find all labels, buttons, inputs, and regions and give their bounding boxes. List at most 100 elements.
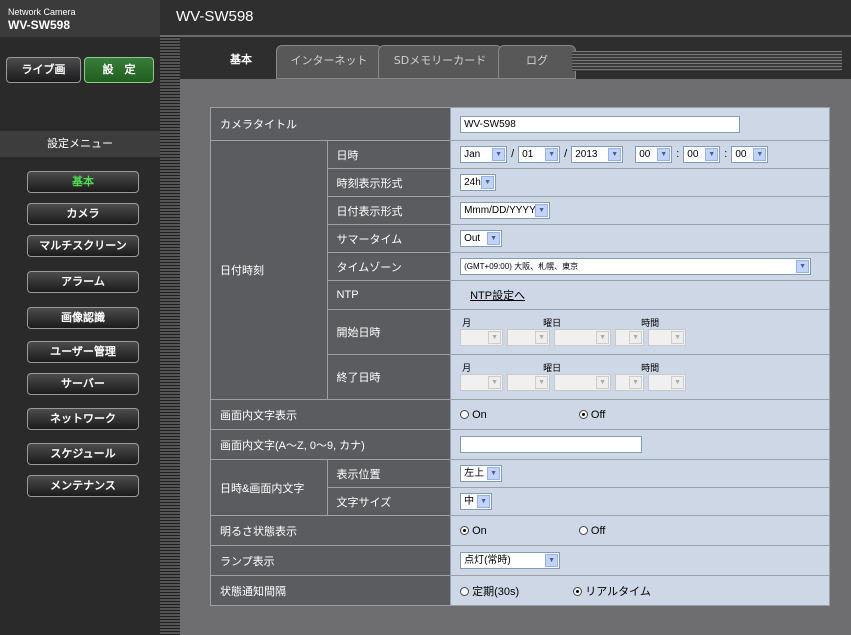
top-bar: Network Camera WV-SW598 WV-SW598 xyxy=(0,0,851,37)
tab-bar-decoration xyxy=(572,51,842,71)
chevron-down-icon: ▼ xyxy=(796,260,810,273)
menu-item-multiscreen[interactable]: マルチスクリーン xyxy=(27,235,139,257)
start-datetime-label: 開始日時 xyxy=(326,309,452,355)
brightness-label: 明るさ状態表示 xyxy=(209,515,452,546)
setup-button[interactable]: 設 定 xyxy=(84,57,154,83)
start-week-select[interactable]: ▼ xyxy=(507,329,551,346)
main-panel: 基本 インターネット SDメモリーカード ログ カメラタイトル WV-SW598… xyxy=(180,37,851,635)
radio-icon xyxy=(460,587,470,597)
position-select[interactable]: 左上 ▼ xyxy=(460,465,503,482)
chevron-down-icon: ▼ xyxy=(671,376,685,389)
brand-line1: Network Camera xyxy=(8,7,76,17)
end-datetime-fields: 月 曜日 時間 ▼ ▼ ▼ ▼ ▼ xyxy=(450,354,830,400)
date-format-label: 日付表示形式 xyxy=(326,196,452,225)
radio-icon xyxy=(460,410,470,420)
minute-select[interactable]: 00 ▼ xyxy=(683,146,721,163)
menu-item-camera[interactable]: カメラ xyxy=(27,203,139,225)
text-size-label: 文字サイズ xyxy=(326,487,452,516)
brightness-on-option[interactable]: On xyxy=(460,525,487,537)
osd-on-option[interactable]: On xyxy=(460,409,487,421)
start-hour-select[interactable]: ▼ xyxy=(615,329,645,346)
osd-display-label: 画面内文字表示 xyxy=(209,399,452,430)
notify-realtime-option[interactable]: リアルタイム xyxy=(573,586,651,598)
tab-internet[interactable]: インターネット xyxy=(276,45,382,79)
chevron-down-icon: ▼ xyxy=(535,376,549,389)
chevron-down-icon: ▼ xyxy=(487,232,501,245)
chevron-down-icon: ▼ xyxy=(545,554,559,567)
menu-item-image-recognition[interactable]: 画像認識 xyxy=(27,307,139,329)
chevron-down-icon: ▼ xyxy=(481,176,495,189)
chevron-down-icon: ▼ xyxy=(477,495,491,508)
start-datetime-fields: 月 曜日 時間 ▼ ▼ ▼ ▼ ▼ xyxy=(450,309,830,355)
tab-sd-memory-card[interactable]: SDメモリーカード xyxy=(378,45,502,79)
chevron-down-icon: ▼ xyxy=(545,148,559,161)
month-select[interactable]: Jan ▼ xyxy=(460,146,508,163)
lamp-label: ランプ表示 xyxy=(209,545,452,576)
chevron-down-icon: ▼ xyxy=(492,148,506,161)
radio-icon xyxy=(578,526,588,536)
menu-heading: 設定メニュー xyxy=(0,131,160,157)
brand-line2: WV-SW598 xyxy=(8,18,71,32)
timezone-label: タイムゾーン xyxy=(326,252,452,281)
datetime-group-label: 日付時刻 xyxy=(210,140,328,400)
menu-item-user-management[interactable]: ユーザー管理 xyxy=(27,341,139,363)
chevron-down-icon: ▼ xyxy=(487,467,501,480)
time-format-select[interactable]: 24h ▼ xyxy=(460,174,497,191)
chevron-down-icon: ▼ xyxy=(535,204,549,217)
end-month-select[interactable]: ▼ xyxy=(460,374,504,391)
menu-item-alarm[interactable]: アラーム xyxy=(27,271,139,293)
notify-periodic-option[interactable]: 定期(30s) xyxy=(460,586,519,598)
chevron-down-icon: ▼ xyxy=(671,331,685,344)
chevron-down-icon: ▼ xyxy=(596,331,610,344)
tab-basic[interactable]: 基本 xyxy=(202,45,280,79)
chevron-down-icon: ▼ xyxy=(488,376,502,389)
row-camera-title: カメラタイトル WV-SW598 xyxy=(209,107,830,141)
start-month-select[interactable]: ▼ xyxy=(460,329,504,346)
end-hour-select[interactable]: ▼ xyxy=(615,374,645,391)
menu-item-schedule[interactable]: スケジュール xyxy=(27,443,139,465)
menu-item-server[interactable]: サーバー xyxy=(27,373,139,395)
chevron-down-icon: ▼ xyxy=(629,331,643,344)
menu-item-maintenance[interactable]: メンテナンス xyxy=(27,475,139,497)
text-size-select[interactable]: 中 ▼ xyxy=(460,493,493,510)
page-title: WV-SW598 xyxy=(176,8,254,25)
end-minute-select[interactable]: ▼ xyxy=(648,374,687,391)
brightness-off-option[interactable]: Off xyxy=(578,525,605,537)
end-weekday-select[interactable]: ▼ xyxy=(554,374,612,391)
summer-time-select[interactable]: Out ▼ xyxy=(460,230,503,247)
chevron-down-icon: ▼ xyxy=(608,148,622,161)
day-select[interactable]: 01 ▼ xyxy=(518,146,561,163)
lamp-select[interactable]: 点灯(常時) ▼ xyxy=(460,552,561,569)
chevron-down-icon: ▼ xyxy=(657,148,671,161)
timezone-select[interactable]: (GMT+09:00) 大阪、札幌、東京 ▼ xyxy=(460,258,812,275)
settings-table: カメラタイトル WV-SW598 日付時刻 日時 Jan ▼/01 ▼/2013 ▼ 0… xyxy=(209,107,830,606)
live-button[interactable]: ライブ画 xyxy=(6,57,81,83)
divider-grill xyxy=(160,37,180,635)
position-label: 表示位置 xyxy=(326,459,452,488)
end-datetime-label: 終了日時 xyxy=(326,354,452,400)
radio-selected-icon xyxy=(573,587,583,597)
chevron-down-icon: ▼ xyxy=(753,148,767,161)
summer-time-label: サマータイム xyxy=(326,224,452,253)
menu-item-network[interactable]: ネットワーク xyxy=(27,408,139,430)
start-minute-select[interactable]: ▼ xyxy=(648,329,687,346)
menu-item-basic[interactable]: 基本 xyxy=(27,171,139,193)
sidebar: ライブ画 設 定 設定メニュー 基本 カメラ マルチスクリーン アラーム 画像認… xyxy=(0,37,160,635)
date-format-select[interactable]: Mmm/DD/YYYY ▼ xyxy=(460,202,551,219)
ntp-settings-link[interactable]: NTP設定へ xyxy=(460,290,525,302)
osd-off-option[interactable]: Off xyxy=(578,409,605,421)
ntp-label: NTP xyxy=(326,280,452,310)
chevron-down-icon: ▼ xyxy=(535,331,549,344)
second-select[interactable]: 00 ▼ xyxy=(731,146,769,163)
tab-log[interactable]: ログ xyxy=(498,45,576,79)
start-weekday-select[interactable]: ▼ xyxy=(554,329,612,346)
camera-title-input[interactable]: WV-SW598 xyxy=(460,115,741,133)
end-week-select[interactable]: ▼ xyxy=(507,374,551,391)
chevron-down-icon: ▼ xyxy=(488,331,502,344)
year-select[interactable]: 2013 ▼ xyxy=(571,146,624,163)
brand-logo: Network Camera WV-SW598 xyxy=(0,0,160,37)
datetime-fields: Jan ▼/01 ▼/2013 ▼ 00 ▼:00 ▼:00 ▼ xyxy=(450,140,830,169)
hour-select[interactable]: 00 ▼ xyxy=(635,146,673,163)
osd-text-input[interactable] xyxy=(460,436,643,453)
camera-title-label: カメラタイトル xyxy=(209,107,452,141)
